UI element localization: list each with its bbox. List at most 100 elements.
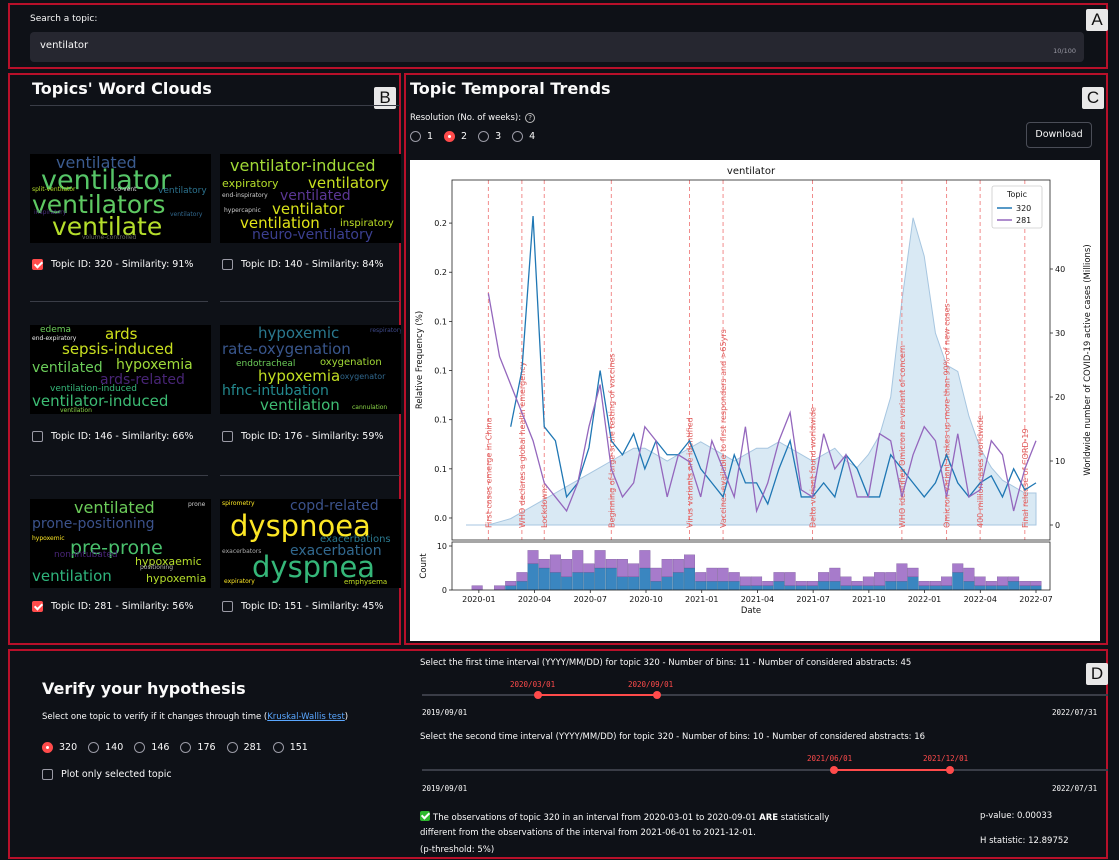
count-bar-320 <box>907 576 919 591</box>
topic-checkbox-146[interactable]: Topic ID: 146 - Similarity: 66% <box>32 431 193 442</box>
count-bar-320 <box>717 581 729 591</box>
plot-only-selected-checkbox[interactable]: Plot only selected topic <box>42 769 172 780</box>
checkbox-checked[interactable] <box>32 259 43 270</box>
word-cloud-151: spirometry copd-related dyspnoea exacerb… <box>220 499 401 588</box>
count-bar-281 <box>862 576 874 586</box>
event-label: Lockdowns <box>540 484 549 528</box>
wc-word: ventilation <box>60 407 92 414</box>
verify-option-140[interactable]: 140 <box>88 742 123 753</box>
y2-axis-label: Worldwide number of COVID-19 active case… <box>1083 244 1093 475</box>
x-tick-label: 2020-01 <box>462 595 495 604</box>
radio-button[interactable] <box>478 131 490 142</box>
interval2-slider-track[interactable] <box>422 769 1108 771</box>
resolution-radio-group: 1 2 3 4 <box>410 131 546 142</box>
verify-prompt-text: Select one topic to verify if it changes… <box>42 712 268 722</box>
wc-word: ventilation <box>32 567 112 585</box>
verify-option-281[interactable]: 281 <box>226 742 262 753</box>
checkbox-unchecked[interactable] <box>42 769 53 780</box>
verify-prompt-end: ) <box>344 712 349 722</box>
resolution-option-4[interactable]: 4 <box>512 131 535 142</box>
word-clouds-panel: Topics' Word Clouds B ventilated ventila… <box>8 73 401 645</box>
checkbox-unchecked[interactable] <box>222 259 233 270</box>
wc-word: expiratory <box>224 578 255 585</box>
interval1-slider-track[interactable] <box>422 694 1108 696</box>
panel-letter-a: A <box>1086 9 1108 31</box>
y2-tick-label: 40 <box>1055 265 1065 274</box>
result-line-2: different from the observations of the i… <box>420 828 756 838</box>
count-bar-281 <box>1030 581 1042 586</box>
radio-button[interactable] <box>512 131 524 142</box>
wc-word: end-inspiratory <box>222 192 268 199</box>
count-bar-320 <box>773 581 785 591</box>
count-bar-320 <box>974 585 986 591</box>
topic-checkbox-176[interactable]: Topic ID: 176 - Similarity: 59% <box>222 431 383 442</box>
wc-word: rate-oxygenation <box>222 340 351 358</box>
count-bar-281 <box>918 581 930 586</box>
count-axis-label: Count <box>419 553 429 579</box>
radio-button[interactable] <box>134 742 146 753</box>
radio-button[interactable] <box>180 742 192 753</box>
panel-letter-d: D <box>1086 663 1108 685</box>
h-statistic: H statistic: 12.89752 <box>980 836 1069 846</box>
radio-button[interactable] <box>410 131 421 142</box>
divider <box>30 475 208 476</box>
checkbox-checked[interactable] <box>32 601 43 612</box>
radio-button[interactable] <box>272 742 284 753</box>
wc-word: respiratory <box>370 327 401 334</box>
interval2-end-handle[interactable] <box>946 766 954 774</box>
radio-label: 2 <box>461 131 468 142</box>
count-bar-281 <box>583 563 595 573</box>
count-bar-320 <box>672 572 684 591</box>
topic-checkbox-151[interactable]: Topic ID: 151 - Similarity: 45% <box>222 601 383 612</box>
radio-label: 4 <box>529 131 536 142</box>
count-bar-320 <box>818 581 830 591</box>
count-bar-320 <box>572 572 584 591</box>
divider <box>30 301 208 302</box>
interval2-start-handle[interactable] <box>830 766 838 774</box>
radio-label: 176 <box>197 742 216 753</box>
help-icon[interactable]: ? <box>525 113 536 123</box>
count-bar-320 <box>695 581 707 591</box>
radio-button[interactable] <box>88 742 100 753</box>
resolution-option-3[interactable]: 3 <box>478 131 501 142</box>
y-tick-label: 0.2 <box>434 268 447 277</box>
topic-check-label: Topic ID: 151 - Similarity: 45% <box>241 601 384 612</box>
wc-word: cannulation <box>352 404 388 411</box>
kruskal-wallis-link[interactable]: Kruskal-Wallis test <box>267 712 345 722</box>
resolution-option-2[interactable]: 2 <box>444 131 467 142</box>
word-cloud-176: hypoxemic respiratory rate-oxygenation e… <box>220 325 401 414</box>
search-input[interactable]: ventilator 10/100 <box>30 32 1084 62</box>
topic-checkbox-140[interactable]: Topic ID: 140 - Similarity: 84% <box>222 259 383 270</box>
checkbox-unchecked[interactable] <box>222 601 233 612</box>
checkbox-unchecked[interactable] <box>222 431 233 442</box>
radio-button[interactable] <box>226 742 238 753</box>
wc-word: oxygenator <box>340 372 386 381</box>
radio-button-selected[interactable] <box>444 131 456 142</box>
radio-label: 146 <box>151 742 170 753</box>
interval1-start-handle[interactable] <box>534 691 542 699</box>
topic-checkbox-320[interactable]: Topic ID: 320 - Similarity: 91% <box>32 259 193 270</box>
count-bar-281 <box>974 576 986 586</box>
count-bar-281 <box>728 572 740 582</box>
radio-button-selected[interactable] <box>42 742 53 753</box>
download-button[interactable]: Download <box>1026 122 1092 148</box>
resolution-option-1[interactable]: 1 <box>410 131 433 142</box>
count-bar-281 <box>471 585 483 591</box>
count-bar-281 <box>628 563 640 577</box>
verify-option-320[interactable]: 320 <box>42 742 77 753</box>
verify-option-151[interactable]: 151 <box>272 742 308 753</box>
count-bar-281 <box>818 572 830 582</box>
x-tick-label: 2022-01 <box>908 595 941 604</box>
count-bar-281 <box>639 550 651 569</box>
topic-checkbox-281[interactable]: Topic ID: 281 - Similarity: 56% <box>32 601 193 612</box>
verify-option-146[interactable]: 146 <box>134 742 169 753</box>
search-label: Search a topic: <box>30 14 98 24</box>
count-bar-320 <box>684 567 695 591</box>
divider <box>30 105 400 106</box>
count-bar-320 <box>874 585 885 591</box>
interval1-end-handle[interactable] <box>653 691 661 699</box>
checkbox-unchecked[interactable] <box>32 431 43 442</box>
wc-word: prone-positioning <box>32 516 155 532</box>
verify-option-176[interactable]: 176 <box>180 742 216 753</box>
radio-label: 3 <box>495 131 502 142</box>
